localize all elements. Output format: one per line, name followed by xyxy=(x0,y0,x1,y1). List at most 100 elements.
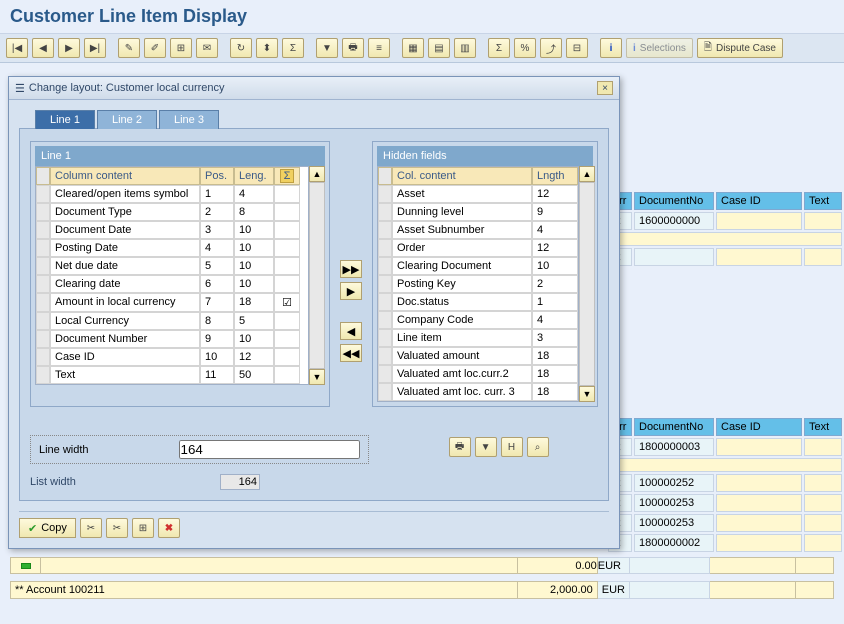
hidden-row[interactable]: Clearing Document 10 xyxy=(378,257,578,275)
line1-row[interactable]: Case ID 10 12 xyxy=(36,348,308,366)
sort-icon[interactable]: ⬍ xyxy=(256,38,278,58)
sigma2-icon[interactable]: % xyxy=(514,38,536,58)
row-selector[interactable] xyxy=(36,330,50,348)
scroll-down-icon[interactable]: ▼ xyxy=(309,369,325,385)
hidden-row[interactable]: Asset 12 xyxy=(378,185,578,203)
dispute-case-button[interactable]: 🗎Dispute Case xyxy=(697,38,783,58)
move-left-all-button[interactable]: ◀◀ xyxy=(340,344,362,362)
mail-icon[interactable]: ✉ xyxy=(196,38,218,58)
cell-sum[interactable] xyxy=(274,203,300,221)
cell-sum[interactable] xyxy=(274,257,300,275)
cell-sum[interactable] xyxy=(274,312,300,330)
dispute-icon[interactable]: ⊞ xyxy=(170,38,192,58)
export-icon[interactable]: ⤴ xyxy=(540,38,562,58)
move-right-button[interactable]: ▶ xyxy=(340,282,362,300)
tree-icon[interactable]: ⊟ xyxy=(566,38,588,58)
row-selector[interactable] xyxy=(378,311,392,329)
row-selector[interactable] xyxy=(378,221,392,239)
clipboard-icon[interactable]: ✂ xyxy=(106,518,128,538)
filter-icon[interactable]: ▼ xyxy=(475,437,497,457)
pencil-icon[interactable]: ✐ xyxy=(144,38,166,58)
line1-row[interactable]: Amount in local currency 7 18 ☑ xyxy=(36,293,308,312)
line1-row[interactable]: Document Date 3 10 xyxy=(36,221,308,239)
row-selector[interactable] xyxy=(36,203,50,221)
row-selector[interactable] xyxy=(36,293,50,312)
move-right-all-button[interactable]: ▶▶ xyxy=(340,260,362,278)
row-selector-header[interactable] xyxy=(378,167,392,185)
tab-line1[interactable]: Line 1 xyxy=(35,110,95,129)
hidden-row[interactable]: Company Code 4 xyxy=(378,311,578,329)
cell-sum[interactable] xyxy=(274,185,300,203)
col-docno[interactable]: DocumentNo xyxy=(634,192,714,210)
move-left-button[interactable]: ◀ xyxy=(340,322,362,340)
row-selector[interactable] xyxy=(378,203,392,221)
edit-icon[interactable]: ✎ xyxy=(118,38,140,58)
last-record-button[interactable]: ▶| xyxy=(84,38,106,58)
hidden-row[interactable]: Order 12 xyxy=(378,239,578,257)
grid2-icon[interactable]: ▤ xyxy=(428,38,450,58)
scroll-up-icon[interactable]: ▲ xyxy=(579,166,595,182)
col-caseid[interactable]: Case ID xyxy=(716,192,802,210)
line1-row[interactable]: Net due date 5 10 xyxy=(36,257,308,275)
cell-sum[interactable] xyxy=(274,348,300,366)
row-selector[interactable] xyxy=(378,329,392,347)
col-caseid[interactable]: Case ID xyxy=(716,418,802,436)
col-content-header[interactable]: Column content xyxy=(50,167,200,185)
row-selector[interactable] xyxy=(378,383,392,401)
hidden-row[interactable]: Asset Subnumber 4 xyxy=(378,221,578,239)
col-sum-header[interactable]: Σ xyxy=(274,167,300,185)
print-icon[interactable]: 🖶 xyxy=(449,437,471,457)
row-selector[interactable] xyxy=(36,366,50,384)
hidden-row[interactable]: Dunning level 9 xyxy=(378,203,578,221)
cut-icon[interactable]: ✂ xyxy=(80,518,102,538)
info-icon[interactable]: i xyxy=(600,38,622,58)
row-selector[interactable] xyxy=(378,365,392,383)
left-scrollbar[interactable]: ▲ ▼ xyxy=(309,166,325,385)
layout-icon[interactable]: ≡ xyxy=(368,38,390,58)
tab-line3[interactable]: Line 3 xyxy=(159,110,219,129)
scroll-down-icon[interactable]: ▼ xyxy=(579,386,595,402)
list-width-input[interactable] xyxy=(220,474,260,490)
hidden-row[interactable]: Valuated amt loc.curr.2 18 xyxy=(378,365,578,383)
cell-sum[interactable] xyxy=(274,239,300,257)
hidden-row[interactable]: Valuated amount 18 xyxy=(378,347,578,365)
selections-button[interactable]: iSelections xyxy=(626,38,693,58)
col-len-header[interactable]: Leng. xyxy=(234,167,274,185)
refresh-icon[interactable]: ↻ xyxy=(230,38,252,58)
cell-sum[interactable] xyxy=(274,330,300,348)
row-selector-header[interactable] xyxy=(36,167,50,185)
dialog-close-button[interactable]: × xyxy=(597,81,613,95)
tab-line2[interactable]: Line 2 xyxy=(97,110,157,129)
row-selector[interactable] xyxy=(378,239,392,257)
row-selector[interactable] xyxy=(36,348,50,366)
cell-sum[interactable] xyxy=(274,221,300,239)
row-selector[interactable] xyxy=(378,293,392,311)
copy-button[interactable]: ✔Copy xyxy=(19,518,76,538)
row-selector[interactable] xyxy=(36,239,50,257)
line1-row[interactable]: Posting Date 4 10 xyxy=(36,239,308,257)
row-selector[interactable] xyxy=(36,221,50,239)
hidden-row[interactable]: Posting Key 2 xyxy=(378,275,578,293)
line1-row[interactable]: Local Currency 8 5 xyxy=(36,312,308,330)
hidden-row[interactable]: Line item 3 xyxy=(378,329,578,347)
line1-row[interactable]: Text 11 50 xyxy=(36,366,308,384)
line1-row[interactable]: Cleared/open items symbol 1 4 xyxy=(36,185,308,203)
col-pos-header[interactable]: Pos. xyxy=(200,167,234,185)
row-selector[interactable] xyxy=(378,257,392,275)
row-selector[interactable] xyxy=(36,185,50,203)
line1-row[interactable]: Document Number 9 10 xyxy=(36,330,308,348)
row-selector[interactable] xyxy=(378,185,392,203)
cell-sum[interactable] xyxy=(274,275,300,293)
col-text[interactable]: Text xyxy=(804,418,842,436)
hidden-row[interactable]: Valuated amt loc. curr. 3 18 xyxy=(378,383,578,401)
print-icon[interactable]: 🖶 xyxy=(342,38,364,58)
next-record-button[interactable]: ▶ xyxy=(58,38,80,58)
grid1-icon[interactable]: ▦ xyxy=(402,38,424,58)
cell-sum[interactable] xyxy=(274,366,300,384)
filter-icon[interactable]: ▼ xyxy=(316,38,338,58)
row-selector[interactable] xyxy=(36,257,50,275)
row-selector[interactable] xyxy=(378,275,392,293)
col-content-header[interactable]: Col. content xyxy=(392,167,532,185)
row-selector[interactable] xyxy=(36,312,50,330)
col-text[interactable]: Text xyxy=(804,192,842,210)
